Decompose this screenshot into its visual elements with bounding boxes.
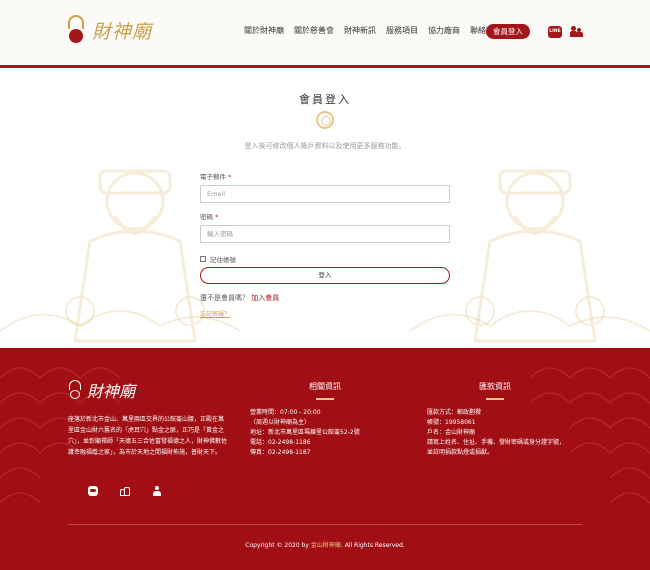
signup-link[interactable]: 加入會員 (251, 294, 279, 302)
donation-note-2: 並註明捐款點燈或捐獻。 (427, 449, 494, 456)
footer-divider (68, 524, 582, 525)
login-submit-button[interactable]: 登入 (200, 267, 450, 284)
logo-text: 財神廟 (92, 20, 153, 43)
members-icon[interactable] (570, 26, 584, 38)
footer-logo-mark-icon (68, 380, 82, 400)
login-section: 會員登入 登入後可修改個人帳戶資料以及使用更多服務功能。 電子郵件 * Emai… (0, 71, 650, 348)
copyright: Copyright © 2020 by 金山財神廟. All Rights Re… (245, 542, 405, 549)
members-icon[interactable] (120, 486, 130, 496)
line-icon[interactable]: LINE (548, 26, 562, 38)
swirl-ornament-icon (316, 111, 334, 129)
password-group: 密碼 * 輸入密碼 (200, 211, 450, 243)
nav-item-about-temple[interactable]: 關於財神廟 (244, 25, 284, 37)
page-title: 會員登入 (299, 93, 351, 106)
remember-me[interactable]: 記住帳號 (200, 254, 236, 264)
contact-info-list: 營業時間：07:00 - 20:00 （周週以財神廟為主） 地址：新北市萬里區瑪… (250, 408, 360, 458)
donation-note-1: 請寫上姓名、住址、手機、發財密碼或身分證字號， (427, 439, 566, 446)
footer-social-icons (88, 486, 162, 496)
footer-logo-text: 財神廟 (87, 382, 136, 401)
footer-description: 座落於新北市金山、萬里兩區交界的公館崙山腰，正殿在萬里區金山財六舊名的「虎耳穴」… (68, 416, 228, 456)
forgot-password-link[interactable]: 忘記密碼？ (200, 309, 230, 318)
password-input[interactable]: 輸入密碼 (200, 225, 450, 243)
site-header: 財神廟 關於財神廟 關於慈善會 財神新訊 服務項目 協力廠商 聯絡我們 會員登入… (0, 0, 650, 68)
member-login-button[interactable]: 會員登入 (486, 24, 530, 39)
donation-info-list: 匯款方式：郵政劃撥 帳號：19958061 戶名：金山財神廟 請寫上姓名、住址、… (427, 408, 565, 458)
contact-info-title: 相關資訊 (300, 381, 350, 400)
donation-account: 帳號：19958061 (427, 419, 476, 426)
logo-mark-icon (66, 15, 86, 45)
signup-prompt: 還不是會員嗎？ 加入會員 (200, 294, 280, 302)
line-icon[interactable] (88, 486, 98, 496)
donation-account-name: 戶名：金山財神廟 (427, 429, 476, 436)
login-intro-text: 登入後可修改個人帳戶資料以及使用更多服務功能。 (244, 142, 406, 150)
email-input[interactable]: Email (200, 185, 450, 203)
nav-item-about-charity[interactable]: 關於慈善會 (294, 25, 334, 37)
donation-info-title: 匯款資訊 (470, 381, 520, 400)
nav-item-news[interactable]: 財神新訊 (344, 25, 376, 37)
cloud-pattern-icon (0, 310, 650, 332)
main-nav: 關於財神廟 關於慈善會 財神新訊 服務項目 協力廠商 聯絡我們 (244, 25, 512, 37)
contact-hours-note: （周週以財神廟為主） (250, 419, 311, 426)
footer-logo[interactable]: 財神廟 (68, 378, 135, 402)
user-icon[interactable] (152, 486, 162, 496)
nav-item-services[interactable]: 服務項目 (386, 25, 418, 37)
remember-label: 記住帳號 (210, 256, 236, 264)
contact-hours: 營業時間：07:00 - 20:00 (250, 409, 321, 416)
email-group: 電子郵件 * Email (200, 171, 450, 203)
nav-item-partners[interactable]: 協力廠商 (428, 25, 460, 37)
site-footer: 財神廟 座落於新北市金山、萬里兩區交界的公館崙山腰，正殿在萬里區金山財六舊名的「… (0, 348, 650, 570)
copyright-brand-link[interactable]: 金山財神廟 (311, 542, 341, 549)
contact-phone[interactable]: 電話：02-2498-1186 (250, 438, 360, 448)
email-label: 電子郵件 * (200, 173, 232, 181)
site-logo[interactable]: 財神廟 (66, 12, 152, 48)
contact-address: 地址：新北市萬里區瑪鍊里公館崙52-2號 (250, 429, 360, 436)
donation-method: 匯款方式：郵政劃撥 (427, 409, 482, 416)
contact-fax: 傳真：02-2498-1187 (250, 449, 311, 456)
wave-pattern-right-icon (529, 367, 650, 504)
remember-checkbox[interactable] (200, 256, 206, 262)
password-label: 密碼 * (200, 213, 219, 221)
